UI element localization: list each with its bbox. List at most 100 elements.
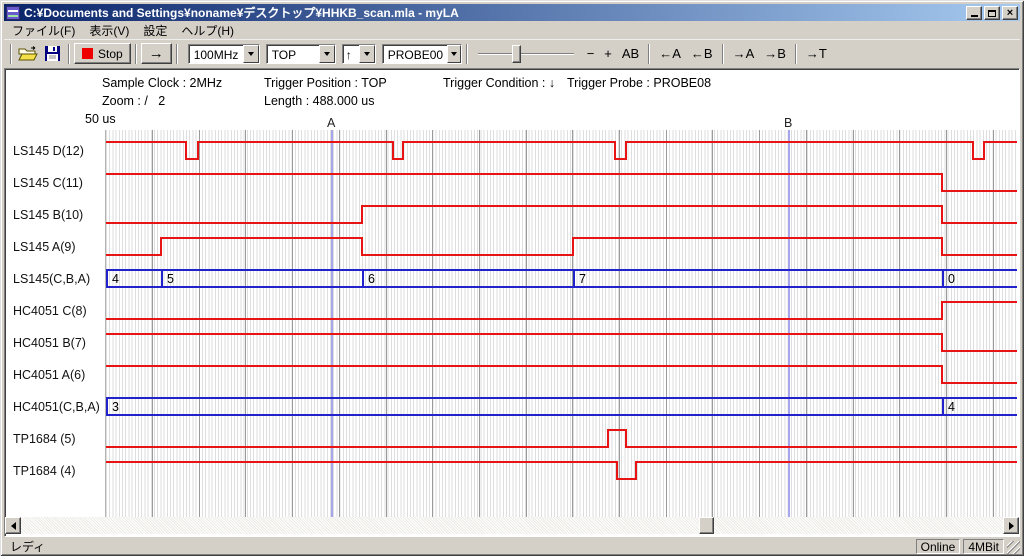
gridline-major xyxy=(853,130,854,517)
gridline-major xyxy=(199,130,200,517)
menu-item-settings[interactable]: 設定 xyxy=(136,21,174,40)
app-window: C:¥Documents and Settings¥noname¥デスクトップ¥… xyxy=(0,0,1024,556)
slider-thumb[interactable] xyxy=(512,45,521,63)
waveform-plot[interactable]: AB4567034 xyxy=(105,130,1016,517)
trace-segment xyxy=(106,318,942,320)
scrollbar-thumb[interactable] xyxy=(699,517,714,534)
goto-cursor-a-button[interactable]: ←A xyxy=(654,44,686,63)
info-trigger-condition: Trigger Condition : ↓ xyxy=(443,76,555,90)
trace-edge xyxy=(185,141,187,160)
stop-label: Stop xyxy=(98,47,123,61)
status-ready-text: レディ xyxy=(4,538,913,555)
signal-label: HC4051(C,B,A) xyxy=(13,400,100,415)
trigger-probe-value: PROBE00 xyxy=(383,45,447,63)
close-button[interactable]: × xyxy=(1002,6,1018,20)
trace-segment xyxy=(608,429,626,431)
trace-segment xyxy=(942,350,1017,352)
trace-edge xyxy=(392,141,394,160)
trigger-probe-select[interactable]: PROBE00 xyxy=(382,44,462,64)
window-title: C:¥Documents and Settings¥noname¥デスクトップ¥… xyxy=(24,4,962,21)
signal-label: HC4051 B(7) xyxy=(13,336,86,351)
trace-segment xyxy=(362,205,942,207)
goto-trigger-button[interactable]: →T xyxy=(801,44,832,63)
scroll-left-button[interactable] xyxy=(5,517,21,534)
toolbar-separator xyxy=(795,44,797,64)
zoom-slider[interactable] xyxy=(478,44,574,64)
run-button[interactable]: → xyxy=(141,43,172,64)
trace-edge xyxy=(972,141,974,160)
dropdown-button[interactable] xyxy=(359,45,375,63)
trace-edge xyxy=(625,141,627,160)
trace-edge xyxy=(635,461,637,480)
title-bar[interactable]: C:¥Documents and Settings¥noname¥デスクトップ¥… xyxy=(4,4,1020,21)
waveform-client-area: Sample Clock : 2MHz Trigger Position : T… xyxy=(4,68,1020,537)
trace-edge xyxy=(402,141,404,160)
bus-value: 5 xyxy=(167,272,174,286)
menu-item-view[interactable]: 表示(V) xyxy=(82,21,136,40)
trace-segment xyxy=(403,141,615,143)
ab-button[interactable]: AB xyxy=(617,44,644,63)
bus-boundary xyxy=(106,398,108,415)
trace-edge xyxy=(572,237,574,256)
signal-label: LS145 D(12) xyxy=(13,144,84,159)
open-file-button[interactable] xyxy=(16,43,40,65)
dropdown-button[interactable] xyxy=(319,45,335,63)
trace-segment xyxy=(942,382,1017,384)
gridline-major xyxy=(479,130,480,517)
zoom-out-button[interactable]: − xyxy=(582,44,600,63)
signal-label: TP1684 (4) xyxy=(13,464,76,479)
sample-clock-select[interactable]: 100MHz xyxy=(188,44,260,64)
stop-button[interactable]: Stop xyxy=(74,43,131,64)
zoom-in-button[interactable]: + xyxy=(599,44,617,63)
run-arrow-icon: → xyxy=(149,45,164,62)
set-cursor-b-button[interactable]: →B xyxy=(759,44,791,63)
trace-edge xyxy=(616,461,618,480)
gridline-major xyxy=(572,130,573,517)
menu-item-file[interactable]: ファイル(F) xyxy=(5,21,82,40)
maximize-button[interactable] xyxy=(984,6,1000,20)
horizontal-scrollbar[interactable] xyxy=(5,517,1019,534)
trace-segment xyxy=(106,365,942,367)
minimize-button[interactable] xyxy=(966,6,982,20)
goto-cursor-b-button[interactable]: ←B xyxy=(686,44,718,63)
trigger-edge-select[interactable]: ↑ xyxy=(342,44,376,64)
trace-segment xyxy=(626,446,1017,448)
signal-label: TP1684 (5) xyxy=(13,432,76,447)
window-controls: × xyxy=(966,6,1018,20)
resize-grip[interactable] xyxy=(1007,541,1020,554)
dropdown-button[interactable] xyxy=(447,45,461,63)
bus-value: 4 xyxy=(112,272,119,286)
set-cursor-a-button[interactable]: →A xyxy=(728,44,760,63)
trigger-position-select[interactable]: TOP xyxy=(266,44,336,64)
chevron-down-icon xyxy=(451,52,457,59)
signal-label: LS145 B(10) xyxy=(13,208,83,223)
menu-item-help[interactable]: ヘルプ(H) xyxy=(174,21,241,40)
signal-label: LS145 A(9) xyxy=(13,240,76,255)
gridline-major xyxy=(806,130,807,517)
minimize-icon xyxy=(971,15,978,17)
cursor-line-a[interactable] xyxy=(331,130,333,517)
trace-edge xyxy=(625,429,627,448)
trace-edge xyxy=(941,237,943,256)
gridline-major xyxy=(339,130,340,517)
dropdown-button[interactable] xyxy=(243,45,259,63)
save-button[interactable] xyxy=(40,43,64,65)
triangle-right-icon xyxy=(1009,522,1018,530)
menu-bar: ファイル(F) 表示(V) 設定 ヘルプ(H) xyxy=(4,21,1020,39)
trace-segment xyxy=(106,254,161,256)
trace-segment xyxy=(573,237,942,239)
bus-value: 0 xyxy=(948,272,955,286)
maximize-icon xyxy=(988,10,996,17)
trace-segment xyxy=(636,461,1017,463)
trace-segment xyxy=(362,254,573,256)
trace-segment xyxy=(161,237,362,239)
trace-segment xyxy=(106,222,362,224)
scroll-right-button[interactable] xyxy=(1003,517,1019,534)
cursor-line-b[interactable] xyxy=(788,130,790,517)
gridline-major xyxy=(899,130,900,517)
trace-edge xyxy=(197,141,199,160)
trace-edge xyxy=(361,237,363,256)
toolbar-separator xyxy=(466,44,468,64)
trace-segment xyxy=(942,301,1017,303)
trace-edge xyxy=(941,365,943,384)
